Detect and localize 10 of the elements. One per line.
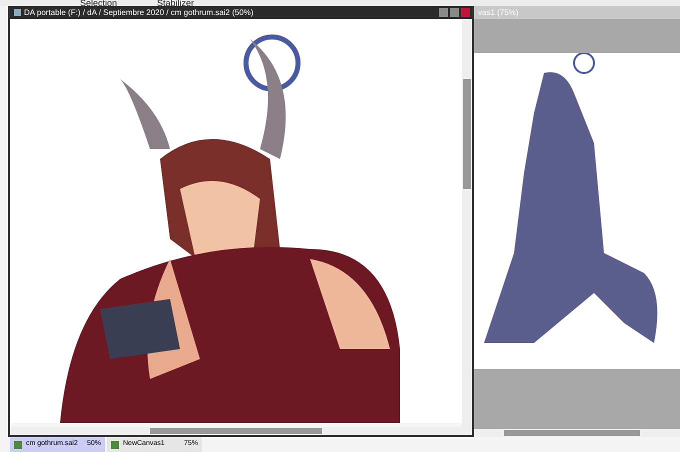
window-title: DA portable (F:) / dA / Septiembre 2020 / cm gothrum.sai2 (50%) (24, 7, 254, 19)
window-icon (14, 9, 21, 16)
canvas-icon (14, 440, 22, 448)
minimize-button[interactable] (438, 8, 448, 17)
close-button[interactable] (460, 8, 470, 17)
maximize-button[interactable] (450, 8, 459, 17)
vertical-scrollbar[interactable] (462, 19, 472, 427)
horizontal-scrollbar[interactable] (474, 429, 680, 437)
canvas-icon (111, 440, 119, 448)
horizontal-scrollbar[interactable] (10, 427, 472, 435)
